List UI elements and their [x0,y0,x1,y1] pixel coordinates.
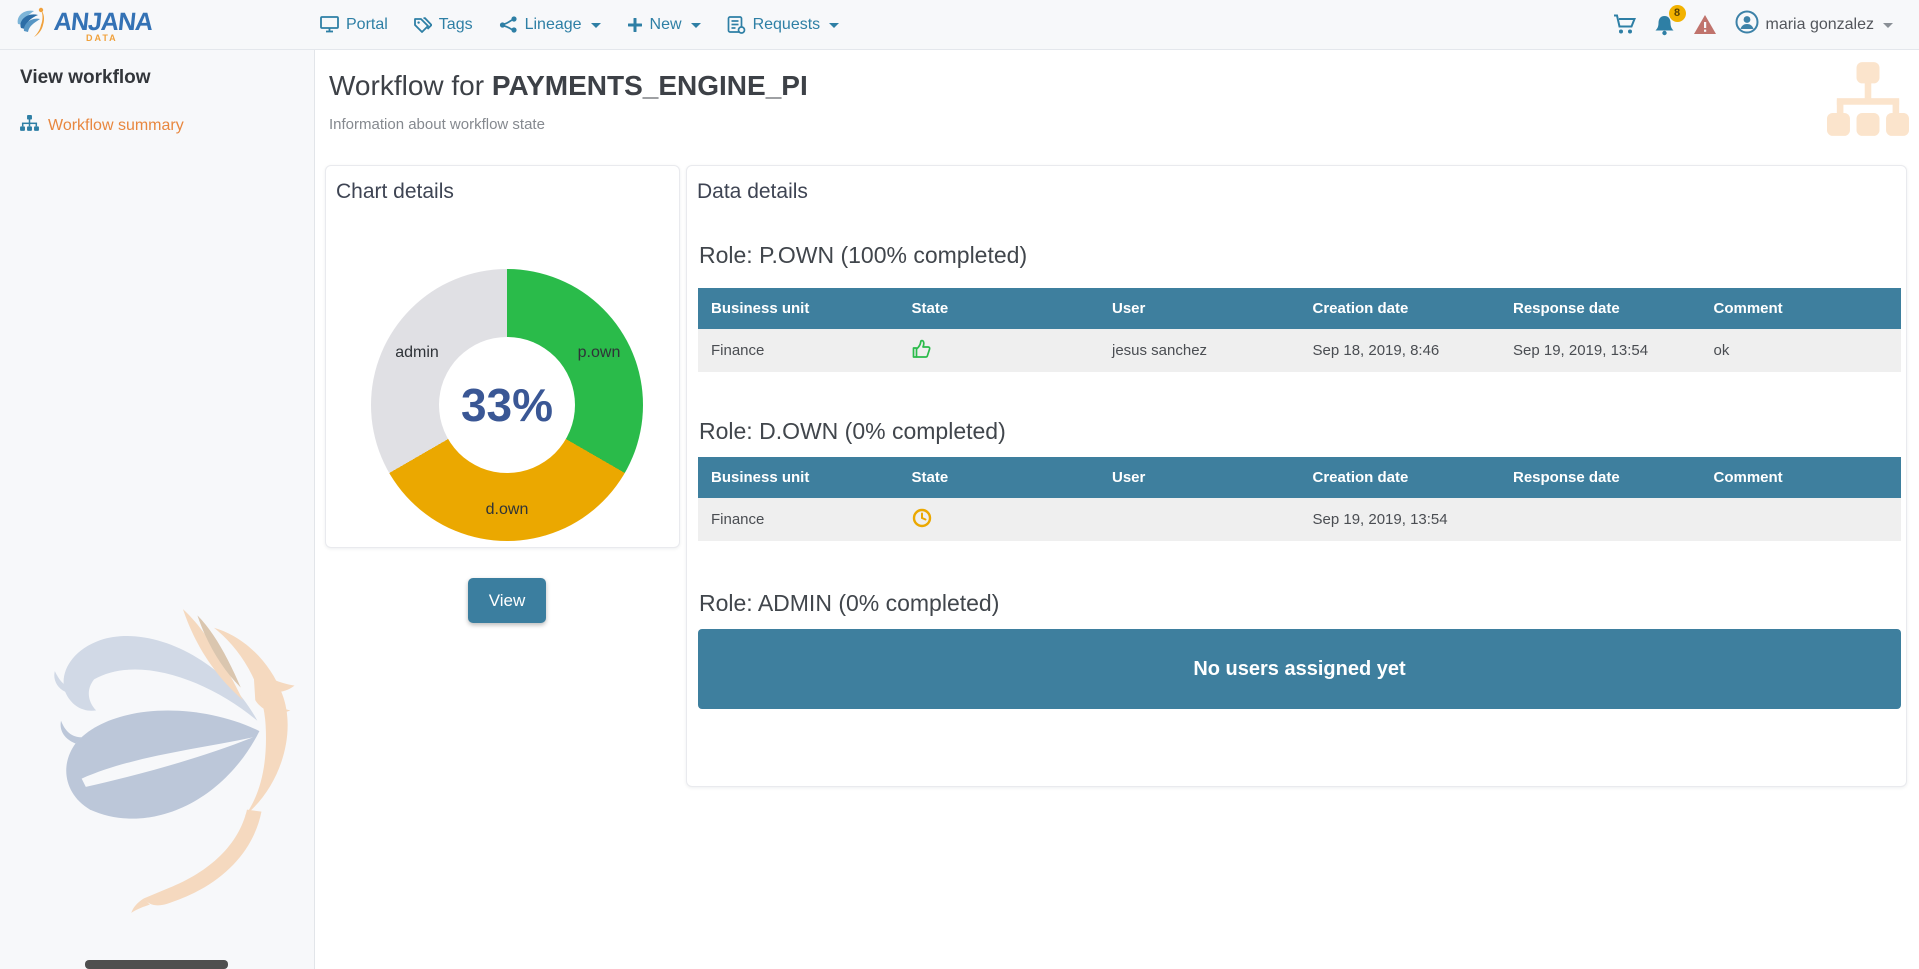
user-name: maria gonzalez [1766,16,1875,34]
user-avatar-icon [1735,10,1759,39]
brand-wordmark: ANJANA [53,10,154,35]
table-header-row: Business unit State User Creation date R… [698,288,1901,329]
cell-creation-date: Sep 19, 2019, 13:54 [1300,498,1501,541]
horizontal-scrollbar-thumb[interactable] [85,960,228,969]
role-table-down: Business unit State User Creation date R… [698,457,1901,541]
no-users-banner: No users assigned yet [698,629,1901,709]
shopping-cart-icon[interactable] [1613,14,1636,35]
cell-state [899,498,1100,541]
col-business-unit: Business unit [698,288,899,329]
donut-label-admin: admin [395,344,439,362]
menu-label: Tags [439,16,473,34]
request-list-icon [727,16,746,34]
data-card-title: Data details [687,166,1906,204]
col-response-date: Response date [1500,457,1701,498]
plus-icon [627,17,643,33]
menu-item-portal[interactable]: Portal [320,16,388,34]
table-header-row: Business unit State User Creation date R… [698,457,1901,498]
donut-label-down: d.own [486,501,529,519]
donut-hole: 33% [439,337,575,473]
donut-label-pown: p.own [578,344,621,362]
page-subtitle: Information about workflow state [329,116,545,133]
sitemap-icon [20,115,39,137]
col-user: User [1099,288,1300,329]
lineage-nodes-icon [499,16,518,33]
monitor-icon [320,16,339,33]
table-row: Finance Sep 19, 2019, 13:54 [698,498,1901,541]
top-navbar: ANJANA DATA Portal Tags [0,0,1919,50]
menu-label: Portal [346,16,388,34]
sitemap-corner-icon [1827,62,1909,141]
navbar-right: 8 maria gonzalez [1613,10,1919,39]
menu-item-lineage[interactable]: Lineage [499,16,601,34]
page-title: Workflow for PAYMENTS_ENGINE_PI [329,70,808,102]
cell-comment: ok [1701,329,1902,372]
col-comment: Comment [1701,457,1902,498]
tags-icon [414,17,432,33]
chart-details-card: Chart details 33% admin p.own d.own [325,165,680,548]
page-title-entity: PAYMENTS_ENGINE_PI [492,70,808,101]
col-state: State [899,288,1100,329]
col-comment: Comment [1701,288,1902,329]
clock-icon [912,515,932,532]
sidebar-title: View workflow [0,50,314,89]
cell-response-date [1500,498,1701,541]
role-heading-down: Role: D.OWN (0% completed) [699,418,1006,445]
col-creation-date: Creation date [1300,288,1501,329]
col-state: State [899,457,1100,498]
fairy-watermark [50,605,320,920]
cell-business-unit: Finance [698,329,899,372]
main-content: Workflow for PAYMENTS_ENGINE_PI Informat… [315,50,1919,969]
cell-state [899,329,1100,372]
role-heading-pown: Role: P.OWN (100% completed) [699,242,1027,269]
main-menu: Portal Tags Lineage [320,16,839,34]
data-details-card: Data details Role: P.OWN (100% completed… [686,165,1907,787]
donut-center-value: 33% [461,378,553,432]
brand-sub-label: DATA [86,33,118,43]
chevron-down-icon [1883,23,1893,28]
menu-label: New [650,16,682,34]
chevron-down-icon [591,23,601,28]
cell-response-date: Sep 19, 2019, 13:54 [1500,329,1701,372]
col-response-date: Response date [1500,288,1701,329]
col-business-unit: Business unit [698,457,899,498]
role-table-pown: Business unit State User Creation date R… [698,288,1901,372]
cell-comment [1701,498,1902,541]
left-sidebar: View workflow Workflow summary [0,50,315,969]
menu-label: Lineage [525,16,582,34]
warning-triangle-icon[interactable] [1693,14,1717,35]
view-button[interactable]: View [468,578,546,623]
notifications-bell-icon[interactable]: 8 [1654,14,1675,36]
sidebar-item-workflow-summary[interactable]: Workflow summary [20,115,314,137]
table-row: Finance jesus sanchez Sep 18, 2019, 8:46… [698,329,1901,372]
anjana-data-logo[interactable]: ANJANA DATA [14,2,134,47]
menu-item-new[interactable]: New [627,16,701,34]
chevron-down-icon [691,23,701,28]
sidebar-item-label: Workflow summary [48,117,184,135]
cell-business-unit: Finance [698,498,899,541]
chevron-down-icon [829,23,839,28]
cell-user [1099,498,1300,541]
user-menu[interactable]: maria gonzalez [1735,10,1894,39]
col-user: User [1099,457,1300,498]
thumbs-up-icon [912,346,931,363]
page-title-prefix: Workflow for [329,70,492,101]
cell-creation-date: Sep 18, 2019, 8:46 [1300,329,1501,372]
chart-card-title: Chart details [326,166,679,204]
col-creation-date: Creation date [1300,457,1501,498]
menu-item-requests[interactable]: Requests [727,16,840,34]
menu-label: Requests [753,16,821,34]
fairy-logo-icon [14,2,54,47]
cell-user: jesus sanchez [1099,329,1300,372]
role-heading-admin: Role: ADMIN (0% completed) [699,590,999,617]
menu-item-tags[interactable]: Tags [414,16,473,34]
notification-count-badge: 8 [1669,5,1686,22]
